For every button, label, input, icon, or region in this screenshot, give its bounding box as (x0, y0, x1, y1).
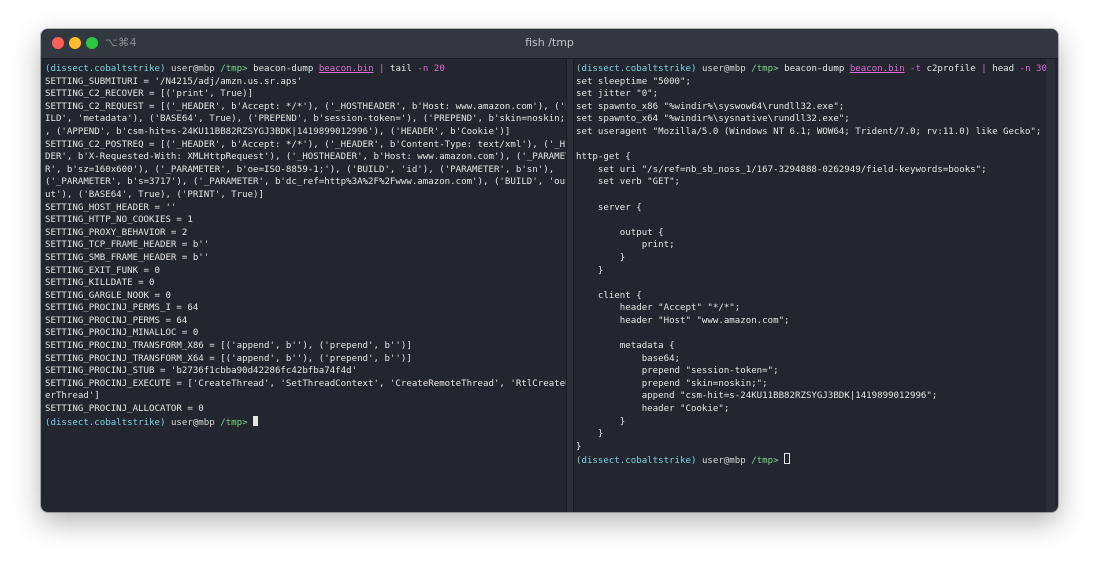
prompt-user: user@mbp (170, 64, 215, 74)
command-flag: -t (910, 64, 921, 74)
left-terminal-pane[interactable]: (dissect.cobaltstrike) user@mbp /tmp> be… (41, 59, 566, 512)
c2profile-output: set sleeptime "5000"; set jitter "0"; se… (576, 76, 1042, 452)
left-terminal-output: (dissect.cobaltstrike) user@mbp /tmp> be… (41, 59, 566, 429)
text-cursor (253, 415, 259, 426)
prompt-path: /tmp> (751, 64, 779, 74)
prompt-user: user@mbp (170, 417, 215, 428)
right-terminal-output: (dissect.cobaltstrike) user@mbp /tmp> be… (572, 59, 1058, 468)
command-flag: -n (417, 64, 429, 74)
command-arg: c2profile (926, 64, 976, 74)
prompt-user: user@mbp (701, 456, 746, 467)
virtualenv-name: (dissect.cobaltstrike) (576, 456, 697, 467)
pipe-command: tail (390, 64, 412, 74)
title-bar: ⌥⌘4 fish /tmp (41, 29, 1058, 59)
pipe-command: head (992, 64, 1015, 74)
window-title: fish /tmp (525, 36, 574, 49)
command-arg: 20 (433, 64, 445, 74)
command-file-link[interactable]: beacon.bin (319, 64, 374, 74)
right-terminal-pane[interactable]: (dissect.cobaltstrike) user@mbp /tmp> be… (572, 59, 1058, 512)
virtualenv-name: (dissect.cobaltstrike) (45, 417, 166, 428)
prompt-user: user@mbp (701, 64, 746, 74)
pipe-symbol: | (981, 64, 987, 74)
scrollbar[interactable] (1046, 59, 1055, 512)
pipe-symbol: | (379, 64, 385, 74)
left-active-prompt[interactable]: (dissect.cobaltstrike) user@mbp /tmp> (45, 415, 259, 428)
virtualenv-name: (dissect.cobaltstrike) (45, 64, 166, 74)
command-name: beacon-dump (784, 64, 845, 74)
text-cursor (784, 453, 791, 465)
terminal-window: ⌥⌘4 fish /tmp (dissect.cobaltstrike) use… (41, 29, 1058, 512)
prompt-path: /tmp> (751, 456, 779, 467)
right-active-prompt[interactable]: (dissect.cobaltstrike) user@mbp /tmp> (576, 453, 791, 467)
left-prompt-line: (dissect.cobaltstrike) user@mbp /tmp> be… (45, 64, 445, 74)
prompt-path: /tmp> (220, 64, 248, 74)
command-file-link[interactable]: beacon.bin (850, 64, 905, 74)
beacon-settings-output: SETTING_SUBMITURI = '/N4215/adj/amzn.us.… (45, 76, 566, 415)
command-name: beacon-dump (253, 64, 314, 74)
virtualenv-name: (dissect.cobaltstrike) (576, 64, 697, 74)
right-prompt-line: (dissect.cobaltstrike) user@mbp /tmp> be… (576, 64, 1047, 74)
prompt-path: /tmp> (220, 417, 248, 428)
command-flag: -n (1019, 64, 1031, 74)
